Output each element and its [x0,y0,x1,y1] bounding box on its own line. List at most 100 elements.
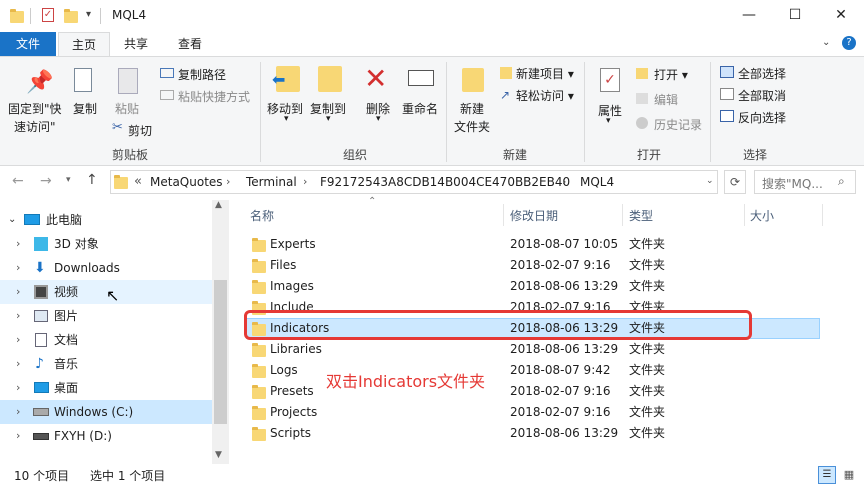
nav-downloads[interactable]: › ⬇ Downloads [0,256,212,280]
close-button[interactable]: ✕ [818,0,864,30]
file-row[interactable]: Libraries 2018-08-06 13:29 文件夹 [246,339,820,360]
nav-desktop[interactable]: › 桌面 [0,376,212,400]
back-icon[interactable]: ← [12,173,24,189]
nav-documents[interactable]: › 文档 [0,328,212,352]
file-name: Scripts [270,426,312,440]
nav-item-label: Windows (C:) [54,405,134,419]
recent-chevron-icon[interactable]: ▾ [66,175,71,185]
chevron-right-icon[interactable]: › [16,400,20,424]
nav-videos[interactable]: › 视频 ↖ [0,280,212,305]
paste-shortcut-button[interactable]: 粘贴快捷方式 [178,88,250,105]
ribbon-expand-icon[interactable]: ⌄ [822,37,830,48]
ribbon-separator [446,62,447,162]
paste-button[interactable]: 粘贴 [115,100,139,117]
new-folder-label-1[interactable]: 新建 [460,100,484,117]
tab-share[interactable]: 共享 [112,32,160,56]
nav-fxyh-d[interactable]: › FXYH (D:) [0,424,212,448]
minimize-button[interactable]: — [726,0,772,30]
refresh-icon[interactable]: ⟳ [724,170,746,194]
file-row[interactable]: Experts 2018-08-07 10:05 文件夹 [246,234,820,255]
nav-item-label: 3D 对象 [54,237,99,251]
breadcrumb-separator-icon[interactable]: › [226,175,230,188]
breadcrumb-terminal[interactable]: Terminal [246,175,297,189]
tab-file[interactable]: 文件 [0,32,56,56]
chevron-right-icon[interactable]: › [16,352,20,376]
nav-music[interactable]: › ♪ 音乐 [0,352,212,376]
tab-home[interactable]: 主页 [58,32,110,57]
column-divider[interactable] [744,204,745,226]
open-button[interactable]: 打开 ▾ [654,66,688,83]
chevron-right-icon[interactable]: › [16,376,20,400]
ribbon-separator [710,62,711,162]
chevron-right-icon[interactable]: › [16,280,20,304]
history-button[interactable]: 历史记录 [654,116,702,133]
group-label-organize: 组织 [342,148,367,162]
divider [100,8,101,24]
breadcrumb-separator-icon[interactable]: › [303,175,307,188]
new-item-button[interactable]: 新建项目 ▾ [516,65,574,82]
nav-pictures[interactable]: › 图片 [0,304,212,328]
nav-this-pc[interactable]: ⌄ 此电脑 [0,208,212,232]
file-row[interactable]: Images 2018-08-06 13:29 文件夹 [246,276,820,297]
large-icons-view-icon[interactable]: ▦ [840,466,858,484]
new-folder-icon [462,68,484,92]
nav-scrollbar-thumb[interactable] [214,280,227,424]
search-icon[interactable]: ⌕ [838,174,845,189]
details-view-icon[interactable]: ☰ [818,466,836,484]
copy-path-button[interactable]: 复制路径 [178,66,226,83]
folder-icon [252,238,266,252]
breadcrumb-overflow[interactable]: « [134,174,142,189]
file-row[interactable]: Files 2018-02-07 9:16 文件夹 [246,255,820,276]
breadcrumb-metaquotes[interactable]: MetaQuotes [150,175,223,189]
scroll-up-icon[interactable]: ▲ [215,200,222,210]
column-divider[interactable] [622,204,623,226]
nav-3d-objects[interactable]: › 3D 对象 [0,232,212,256]
rename-icon [408,70,434,86]
column-type[interactable]: 类型 [629,207,653,224]
file-row[interactable]: Projects 2018-02-07 9:16 文件夹 [246,402,820,423]
rename-button[interactable]: 重命名 [402,100,438,117]
edit-button[interactable]: 编辑 [654,91,678,108]
chevron-right-icon[interactable]: › [16,424,20,448]
select-none-button[interactable]: 全部取消 [738,87,786,104]
file-row[interactable]: Scripts 2018-08-06 13:29 文件夹 [246,423,820,444]
move-arrow-icon: ⬅ [272,70,286,89]
pin-quick-access-label-2[interactable]: 速访问" [14,118,56,135]
nav-windows-c[interactable]: › Windows (C:) [0,400,212,424]
forward-icon[interactable]: → [40,173,52,189]
invert-selection-icon [720,110,734,122]
chevron-right-icon[interactable]: › [16,256,20,280]
pin-quick-access-label-1[interactable]: 固定到"快 [8,100,62,117]
address-dropdown-icon[interactable]: ⌄ [706,176,714,186]
chevron-down-icon[interactable]: ▾ [86,9,91,20]
chevron-down-icon[interactable]: ⌄ [8,208,16,232]
maximize-button[interactable]: ☐ [772,0,818,30]
breadcrumb-mql4[interactable]: MQL4 [580,175,614,189]
column-divider[interactable] [822,204,823,226]
copy-button[interactable]: 复制 [73,100,97,117]
breadcrumb-separator-icon[interactable]: › [562,175,566,188]
column-modified[interactable]: 修改日期 [510,207,558,224]
select-all-button[interactable]: 全部选择 [738,65,786,82]
column-size[interactable]: 大小 [750,207,774,224]
folder-icon [10,9,24,23]
chevron-right-icon[interactable]: › [16,232,20,256]
breadcrumb-terminal-id[interactable]: F92172543A8CDB14B004CE470BB2EB40 [320,175,570,189]
properties-quick-icon[interactable]: ✓ [42,8,54,22]
up-icon[interactable]: ↑ [86,172,98,188]
chevron-right-icon[interactable]: › [16,304,20,328]
invert-selection-button[interactable]: 反向选择 [738,109,786,126]
column-divider[interactable] [503,204,504,226]
tab-view[interactable]: 查看 [166,32,214,56]
help-icon[interactable]: ? [842,36,856,50]
chevron-right-icon[interactable]: › [16,328,20,352]
folder-icon [252,385,266,399]
new-folder-label-2[interactable]: 文件夹 [454,118,490,135]
column-name[interactable]: 名称 [250,207,274,224]
cut-button[interactable]: 剪切 [128,122,152,139]
pin-icon: 📌 [26,70,54,95]
file-name: Images [270,279,314,293]
new-folder-quick-icon[interactable] [64,9,78,23]
easy-access-button[interactable]: 轻松访问 ▾ [516,87,574,104]
scroll-down-icon[interactable]: ▼ [215,450,222,460]
